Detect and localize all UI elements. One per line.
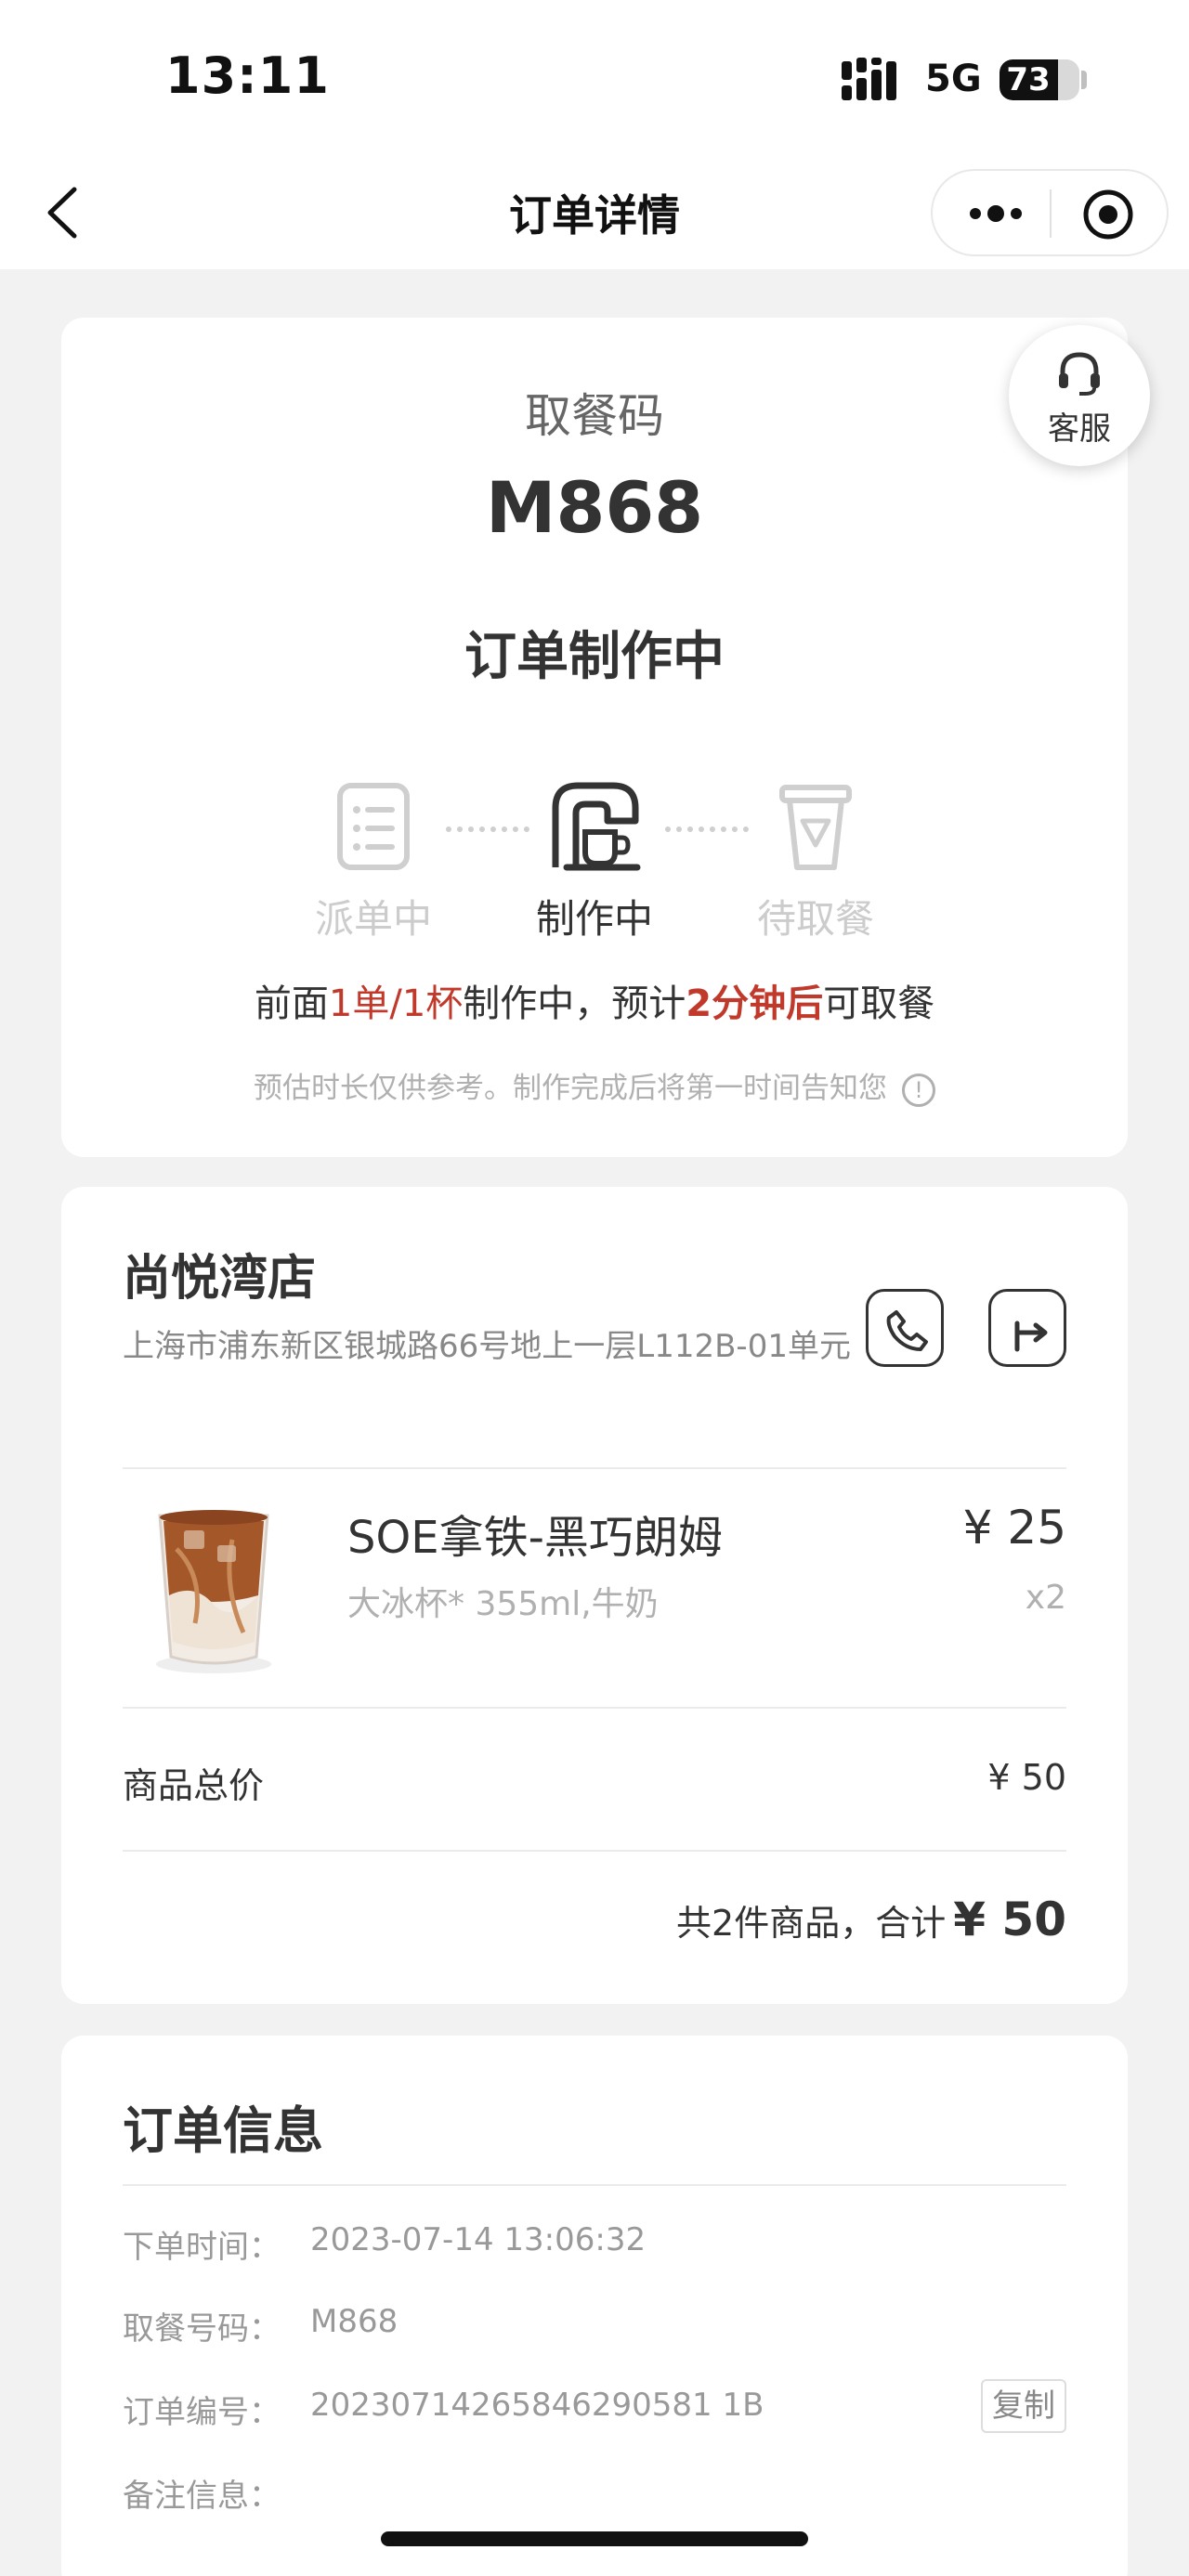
pickup-number-label: 取餐号码：	[123, 2310, 281, 2348]
order-info-title: 订单信息	[123, 2101, 323, 2160]
target-circle-icon[interactable]	[1081, 188, 1135, 241]
step-label: 派单中	[314, 896, 432, 942]
capsule-divider	[1050, 189, 1052, 238]
eta-suffix: 可取餐	[823, 982, 935, 1025]
network-type: 5G	[925, 58, 982, 100]
store-address: 上海市浦东新区银城路66号地上一层L112B-01单元	[123, 1328, 851, 1365]
cup-icon	[779, 785, 852, 870]
pickup-number-value: M868	[310, 2303, 399, 2340]
eta-time: 2分钟后	[686, 982, 824, 1025]
store-order-card: 尚悦湾店 上海市浦东新区银城路66号地上一层L112B-01单元 SOE拿铁-黑…	[61, 1187, 1128, 2004]
divider	[123, 2184, 1066, 2186]
eta-prefix: 前面	[254, 982, 329, 1025]
order-summary: 共2件商品，合计 ¥ 50	[676, 1893, 1066, 1946]
nav-bar: 订单详情	[0, 158, 1189, 269]
battery-level: 73	[1006, 61, 1051, 98]
pickup-card: 取餐码 M868 订单制作中 派单中 制作中 待取餐 前面1单/1杯制作中，预计…	[61, 318, 1128, 1157]
phone-icon	[886, 1310, 928, 1351]
eta-queue: 1单/1杯	[328, 982, 464, 1025]
remarks-label: 备注信息：	[123, 2478, 281, 2515]
battery-tip	[1081, 71, 1087, 89]
divider	[123, 1467, 1066, 1469]
order-list-icon	[337, 783, 410, 870]
product-price: ¥ 25	[962, 1501, 1066, 1555]
status-time: 13:11	[165, 46, 330, 105]
pickup-code-label: 取餐码	[525, 389, 664, 443]
eta-message: 前面1单/1杯制作中，预计2分钟后可取餐	[61, 973, 1128, 1027]
info-icon[interactable]: !	[902, 1073, 935, 1107]
product-name: SOE拿铁-黑巧朗姆	[347, 1512, 723, 1564]
store-name: 尚悦湾店	[123, 1251, 317, 1307]
status-bar: 13:11 5G 73	[0, 0, 1189, 158]
divider	[123, 1707, 1066, 1709]
goods-total-label: 商品总价	[123, 1765, 265, 1806]
order-number-value: 20230714265846290581 1B	[310, 2387, 764, 2424]
product-spec: 大冰杯* 355ml,牛奶	[347, 1585, 659, 1623]
step-label: 待取餐	[756, 896, 874, 942]
coffee-machine-icon	[552, 782, 641, 871]
summary-text: 共2件商品，合计	[676, 1903, 947, 1944]
goods-total-value: ¥ 50	[987, 1757, 1066, 1798]
pickup-code: M868	[485, 466, 704, 549]
order-info-card: 订单信息 下单时间： 2023-07-14 13:06:32 取餐号码： M86…	[61, 2036, 1128, 2576]
call-store-button[interactable]	[866, 1289, 944, 1367]
order-status: 订单制作中	[464, 627, 725, 687]
customer-service-label: 客服	[1048, 410, 1111, 448]
more-dots-icon[interactable]	[966, 193, 1026, 234]
step-ready: 待取餐	[723, 780, 908, 944]
mini-program-capsule	[931, 169, 1169, 256]
eta-middle: 制作中，预计	[463, 982, 686, 1025]
eta-note: 预估时长仅供参考。制作完成后将第一时间告知您!	[61, 1064, 1128, 1107]
iced-latte-image	[156, 1510, 271, 1673]
customer-service-button[interactable]: 客服	[1009, 325, 1150, 466]
step-label: 制作中	[535, 896, 653, 942]
eta-note-text: 预估时长仅供参考。制作完成后将第一时间告知您	[254, 1072, 887, 1105]
battery-icon: 73	[1000, 59, 1079, 100]
directions-icon	[1014, 1321, 1048, 1352]
order-time-label: 下单时间：	[123, 2229, 281, 2266]
signal-icon	[842, 58, 896, 100]
divider	[123, 1850, 1066, 1852]
directions-button[interactable]	[988, 1289, 1066, 1367]
summary-total: ¥ 50	[953, 1893, 1066, 1946]
home-indicator[interactable]	[381, 2531, 808, 2546]
product-quantity: x2	[1025, 1579, 1066, 1617]
order-time-value: 2023-07-14 13:06:32	[310, 2221, 647, 2258]
order-number-label: 订单编号：	[123, 2394, 281, 2431]
copy-order-number-button[interactable]: 复制	[981, 2379, 1066, 2433]
step-making: 制作中	[502, 780, 687, 944]
headset-icon	[1059, 352, 1100, 396]
step-dispatching: 派单中	[281, 780, 466, 944]
